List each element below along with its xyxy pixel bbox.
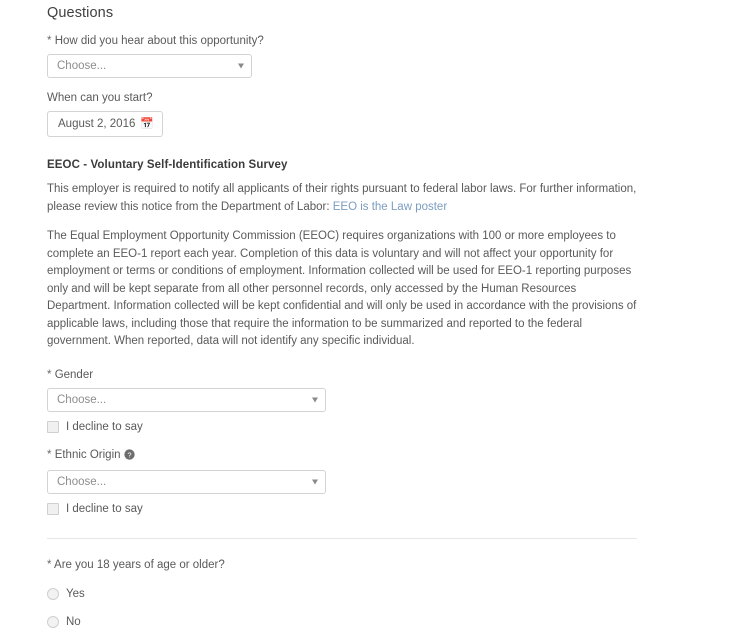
chevron-down-icon (312, 479, 318, 484)
field-start-date: When can you start? August 2, 2016 📅 (47, 91, 703, 137)
application-questions-page: Questions * How did you hear about this … (0, 0, 703, 628)
gender-label: * Gender (47, 368, 703, 382)
gender-decline-checkbox[interactable] (47, 420, 59, 433)
required-asterisk: * (47, 368, 52, 381)
eeoc-notice-paragraph: This employer is required to notify all … (47, 181, 639, 216)
start-date-label: When can you start? (47, 92, 153, 104)
required-asterisk: * (47, 35, 52, 47)
hear-about-selected-value: Choose... (57, 60, 107, 72)
section-divider (47, 537, 637, 539)
ethnic-origin-select[interactable]: Choose... (47, 469, 326, 494)
age-option-no-label: No (66, 615, 81, 628)
field-ethnic-origin: * Ethnic Origin? Choose... I decline to … (47, 448, 703, 515)
required-asterisk: * (47, 558, 52, 571)
age-question-label: * Are you 18 years of age or older? (47, 558, 703, 572)
eeoc-body-paragraph: The Equal Employment Opportunity Commiss… (47, 230, 637, 347)
ethnic-origin-label-text: Ethnic Origin (54, 448, 121, 461)
ethnic-origin-decline-row[interactable]: I decline to say (47, 502, 703, 515)
ethnic-origin-decline-checkbox[interactable] (47, 502, 59, 515)
gender-select[interactable]: Choose... (47, 387, 326, 412)
chevron-down-icon (238, 63, 244, 69)
field-hear-about: * How did you hear about this opportunit… (47, 34, 703, 78)
help-question-icon[interactable]: ? (123, 448, 135, 464)
start-date-input[interactable]: August 2, 2016 📅 (47, 111, 164, 137)
chevron-down-icon (312, 397, 318, 402)
hear-about-select[interactable]: Choose... (47, 54, 252, 78)
radio-no[interactable] (47, 615, 59, 628)
field-gender: * Gender Choose... I decline to say (47, 368, 703, 433)
hear-about-label-text: How did you hear about this opportunity? (54, 35, 264, 47)
radio-yes[interactable] (47, 587, 59, 600)
gender-decline-label: I decline to say (66, 420, 143, 433)
calendar-icon[interactable]: 📅 (140, 118, 154, 130)
svg-text:?: ? (127, 450, 131, 459)
ethnic-origin-label: * Ethnic Origin? (47, 448, 703, 464)
eeoc-heading: EEOC - Voluntary Self-Identification Sur… (47, 159, 288, 171)
field-age-question: * Are you 18 years of age or older? Yes … (47, 558, 703, 628)
age-option-yes[interactable]: Yes (47, 587, 703, 600)
age-option-no[interactable]: No (47, 615, 703, 628)
ethnic-origin-decline-label: I decline to say (66, 502, 143, 515)
gender-selected-value: Choose... (57, 393, 107, 406)
page-title: Questions (47, 5, 114, 21)
age-question-label-text: Are you 18 years of age or older? (54, 558, 225, 571)
age-option-yes-label: Yes (66, 587, 85, 600)
start-date-value: August 2, 2016 (58, 118, 136, 130)
ethnic-origin-selected-value: Choose... (57, 475, 107, 488)
eeo-law-poster-link[interactable]: EEO is the Law poster (333, 201, 447, 213)
gender-decline-row[interactable]: I decline to say (47, 420, 703, 433)
gender-label-text: Gender (54, 368, 94, 381)
hear-about-label: * How did you hear about this opportunit… (47, 34, 703, 48)
required-asterisk: * (47, 448, 52, 461)
